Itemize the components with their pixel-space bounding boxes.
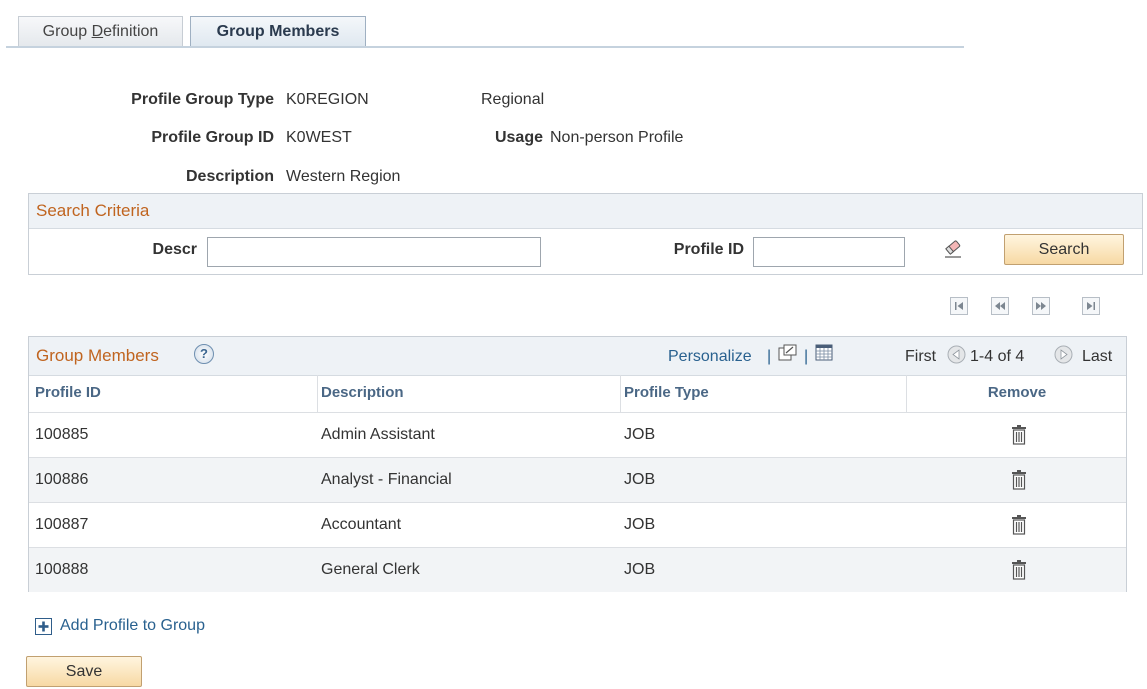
table-row: 100885 Admin Assistant JOB xyxy=(29,412,1126,457)
column-header-description: Description xyxy=(321,384,404,401)
trash-icon[interactable] xyxy=(1012,425,1026,445)
search-button[interactable]: Search xyxy=(1004,234,1124,265)
tab-group-members[interactable]: Group Members xyxy=(190,16,366,47)
profile-group-type-desc: Regional xyxy=(481,91,545,108)
profile-id-input[interactable] xyxy=(753,237,905,267)
trash-icon[interactable] xyxy=(1012,515,1026,535)
separator-2: | xyxy=(804,348,809,365)
save-button[interactable]: Save xyxy=(26,656,142,687)
cell-profile-type: JOB xyxy=(624,426,656,443)
first-page-icon[interactable] xyxy=(950,297,968,315)
cell-description: Accountant xyxy=(321,516,402,533)
last-page-icon[interactable] xyxy=(1082,297,1100,315)
column-header-profile-id: Profile ID xyxy=(35,384,101,401)
description-label: Description xyxy=(185,168,274,185)
eraser-icon[interactable] xyxy=(942,237,964,259)
add-profile-label: Add Profile to Group xyxy=(60,617,205,634)
row-range: 1-4 of 4 xyxy=(970,348,1025,365)
group-members-grid: Group Members ? Personalize | | First 1-… xyxy=(28,336,1127,592)
cell-description: General Clerk xyxy=(321,561,420,578)
plus-icon xyxy=(35,618,52,635)
grid-header-bar: Group Members ? Personalize | | First 1-… xyxy=(29,337,1126,376)
table-row: 100886 Analyst - Financial JOB xyxy=(29,457,1126,502)
cell-profile-id: 100885 xyxy=(35,426,89,443)
separator-1: | xyxy=(767,348,772,365)
next-arrow-icon[interactable] xyxy=(1054,345,1073,364)
table-row: 100887 Accountant JOB xyxy=(29,502,1126,547)
cell-profile-id: 100886 xyxy=(35,471,89,488)
first-label: First xyxy=(905,348,937,365)
next-page-icon[interactable] xyxy=(1032,297,1050,315)
tab-underline xyxy=(6,46,964,48)
trash-icon[interactable] xyxy=(1012,560,1026,580)
descr-label: Descr xyxy=(152,241,197,258)
usage-value: Non-person Profile xyxy=(550,129,684,146)
spreadsheet-icon[interactable] xyxy=(815,344,833,362)
grid-title: Group Members xyxy=(36,346,159,365)
cell-profile-type: JOB xyxy=(624,471,656,488)
cell-profile-type: JOB xyxy=(624,561,656,578)
help-icon[interactable]: ? xyxy=(194,344,214,364)
description-value: Western Region xyxy=(286,168,401,185)
cell-description: Admin Assistant xyxy=(321,426,435,443)
profile-id-label: Profile ID xyxy=(673,241,744,258)
cell-profile-id: 100887 xyxy=(35,516,89,533)
cell-description: Analyst - Financial xyxy=(321,471,452,488)
profile-group-type-label: Profile Group Type xyxy=(131,91,274,108)
trash-icon[interactable] xyxy=(1012,470,1026,490)
search-criteria-box: Search Criteria Descr Profile ID Search xyxy=(28,193,1143,275)
previous-page-icon[interactable] xyxy=(991,297,1009,315)
column-header-profile-type: Profile Type xyxy=(624,384,709,401)
last-label: Last xyxy=(1082,348,1113,365)
new-window-icon[interactable] xyxy=(778,344,798,362)
table-row: 100888 General Clerk JOB xyxy=(29,547,1126,592)
profile-group-id-value: K0WEST xyxy=(286,129,352,146)
search-criteria-header: Search Criteria xyxy=(29,194,1142,229)
cell-profile-id: 100888 xyxy=(35,561,89,578)
tab-group-definition[interactable]: Group Definition xyxy=(18,16,183,47)
usage-label: Usage xyxy=(494,129,543,146)
personalize-link[interactable]: Personalize xyxy=(668,348,752,366)
cell-profile-type: JOB xyxy=(624,516,656,533)
previous-arrow-icon[interactable] xyxy=(947,345,966,364)
search-criteria-title: Search Criteria xyxy=(36,201,150,220)
column-header-remove: Remove xyxy=(987,384,1047,401)
profile-group-type-value: K0REGION xyxy=(286,91,369,108)
descr-input[interactable] xyxy=(207,237,541,267)
profile-group-id-label: Profile Group ID xyxy=(151,129,274,146)
